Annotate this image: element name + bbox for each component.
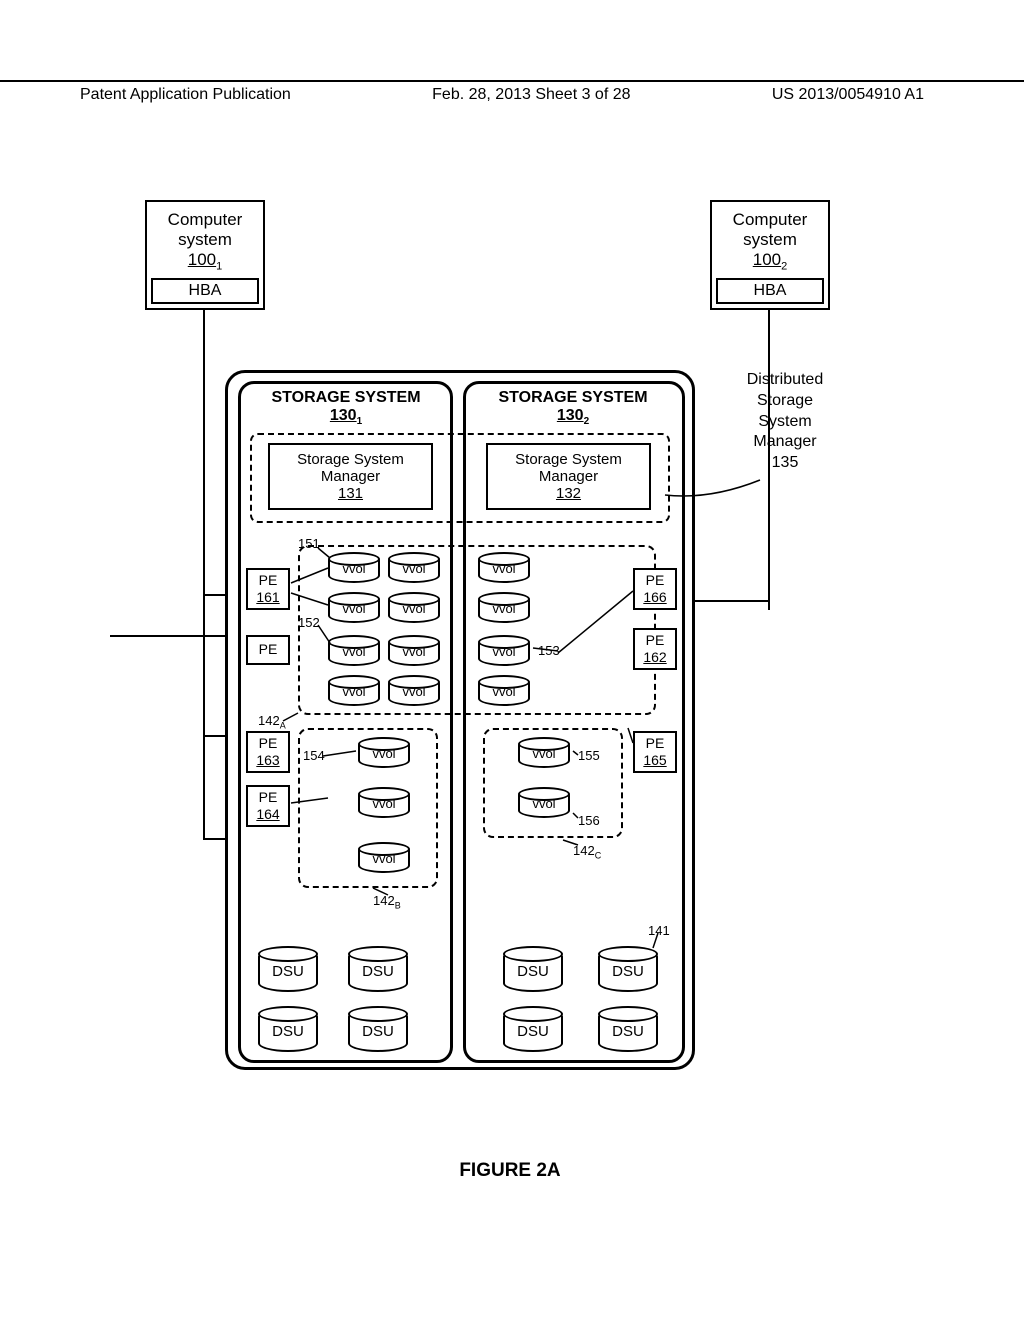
dsu: DSU (598, 948, 658, 992)
ssm2: Storage System Manager 132 (486, 443, 651, 510)
vvol: vvol (478, 593, 530, 623)
vvol: vvol (358, 843, 410, 873)
ref-153: 153 (538, 643, 560, 658)
ref-151: 151 (298, 536, 320, 551)
pe-unlabeled: PE (246, 635, 290, 665)
header-left: Patent Application Publication (80, 86, 291, 104)
vvol: vvol (478, 553, 530, 583)
cs2-line2: system (716, 230, 824, 250)
cs1-hba: HBA (151, 278, 259, 304)
vvol: vvol (478, 636, 530, 666)
vvol: vvol (388, 636, 440, 666)
ref-141: 141 (648, 923, 670, 938)
vvol: vvol (388, 553, 440, 583)
ref-155: 155 (578, 748, 600, 763)
ss1-title: STORAGE SYSTEM 1301 (246, 389, 446, 427)
vvol: vvol (358, 738, 410, 768)
ref-152: 152 (298, 615, 320, 630)
page-header: Patent Application Publication Feb. 28, … (0, 80, 1024, 104)
pe-165: PE165 (633, 731, 677, 773)
pe-164: PE164 (246, 785, 290, 827)
dsu: DSU (258, 948, 318, 992)
vvol: vvol (478, 676, 530, 706)
dsu: DSU (348, 948, 408, 992)
connector-line (110, 635, 230, 637)
header-center: Feb. 28, 2013 Sheet 3 of 28 (432, 86, 630, 104)
ssm1: Storage System Manager 131 (268, 443, 433, 510)
dsu: DSU (258, 1008, 318, 1052)
dsu: DSU (503, 1008, 563, 1052)
computer-system-2: Computer system 1002 HBA (710, 200, 830, 310)
vvol: vvol (518, 738, 570, 768)
vvol: vvol (388, 593, 440, 623)
pe-162: PE162 (633, 628, 677, 670)
connector-line (768, 310, 770, 610)
vvol: vvol (328, 553, 380, 583)
distributed-manager-label: Distributed Storage System Manager 135 (730, 370, 840, 474)
vvol: vvol (518, 788, 570, 818)
dsu: DSU (503, 948, 563, 992)
ref-142C: 142C (573, 843, 601, 861)
vvol: vvol (388, 676, 440, 706)
dsu: DSU (348, 1008, 408, 1052)
header-right: US 2013/0054910 A1 (772, 86, 924, 104)
pe-166: PE166 (633, 568, 677, 610)
computer-system-1: Computer system 1001 HBA (145, 200, 265, 310)
figure-caption: FIGURE 2A (140, 1160, 880, 1182)
connector-line (695, 600, 770, 602)
dsu: DSU (598, 1008, 658, 1052)
vvol: vvol (328, 636, 380, 666)
vvol: vvol (358, 788, 410, 818)
pe-163: PE163 (246, 731, 290, 773)
ref-156: 156 (578, 813, 600, 828)
cs2-line1: Computer (716, 210, 824, 230)
cs1-line1: Computer (151, 210, 259, 230)
cs2-ref: 1002 (716, 250, 824, 272)
connector-line (203, 310, 205, 840)
cs1-line2: system (151, 230, 259, 250)
ref-154: 154 (303, 748, 325, 763)
ss2-title: STORAGE SYSTEM 1302 (473, 389, 673, 427)
storage-cluster: STORAGE SYSTEM 1301 STORAGE SYSTEM 1302 … (225, 370, 695, 1070)
ref-142A: 142A (258, 713, 286, 731)
figure-2a: Computer system 1001 HBA Computer system… (140, 200, 880, 1080)
vvol: vvol (328, 593, 380, 623)
vvol: vvol (328, 676, 380, 706)
ref-142B: 142B (373, 893, 401, 911)
cs1-ref: 1001 (151, 250, 259, 272)
cs2-hba: HBA (716, 278, 824, 304)
pe-161: PE161 (246, 568, 290, 610)
